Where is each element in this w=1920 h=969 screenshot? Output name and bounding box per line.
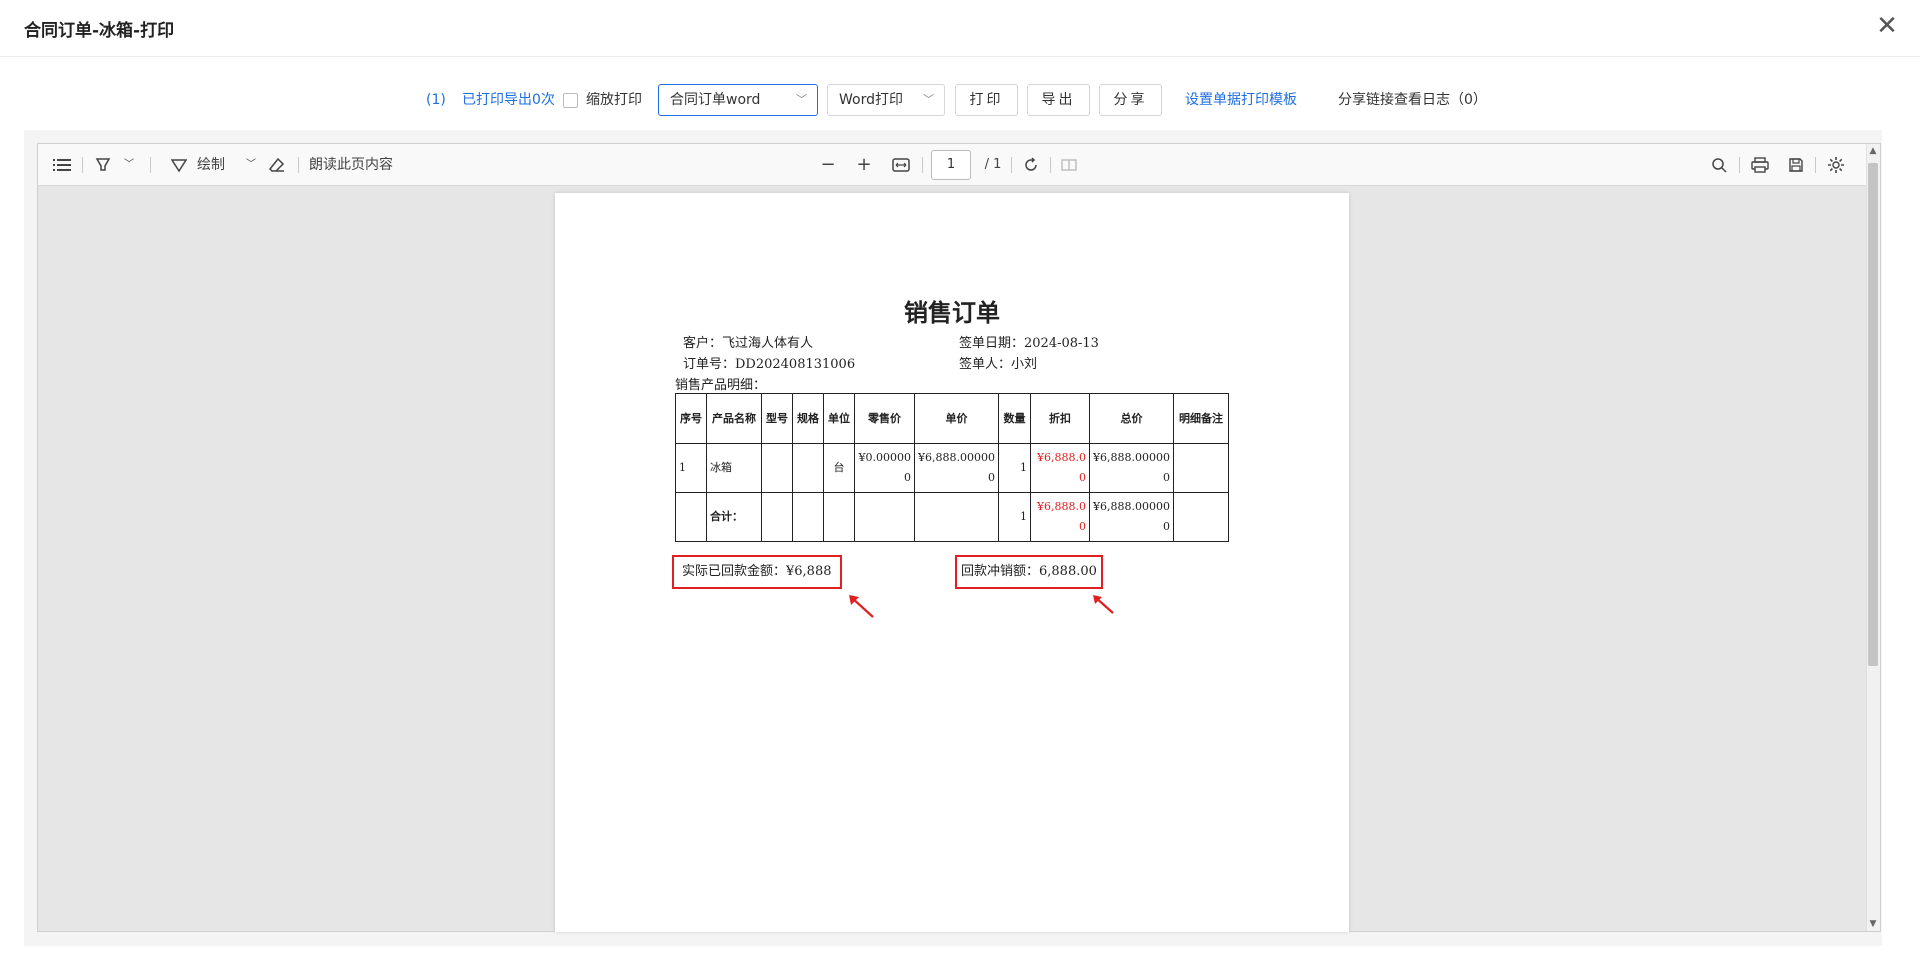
arrow-icon [1093, 595, 1114, 614]
divider [150, 157, 151, 173]
print-mode-select-value: Word打印 [839, 92, 903, 108]
scale-print-checkbox[interactable] [563, 93, 578, 108]
cell-unit-price [914, 492, 999, 542]
cell-model [761, 492, 793, 542]
cell-quantity: 1 [998, 492, 1031, 542]
viewer-toolbar: ﹀ 绘制 ﹀ 朗读此页内容 − + 1 / 1 [38, 144, 1880, 186]
share-log-link[interactable]: 分享链接查看日志（0） [1338, 82, 1487, 118]
divider [1011, 157, 1012, 173]
template-select[interactable]: 合同订单word ﹀ [658, 84, 818, 116]
column-header: 规格 [792, 393, 824, 444]
column-header: 序号 [675, 393, 707, 444]
cell-quantity: 1 [998, 443, 1031, 493]
customer: 客户：飞过海人体有人 [683, 336, 814, 351]
template-select-value: 合同订单word [670, 92, 761, 108]
cell-note [1173, 443, 1229, 493]
divider [922, 157, 923, 173]
signer: 签单人：小刘 [959, 357, 1038, 372]
scrollbar-thumb[interactable] [1868, 163, 1878, 666]
order-number: 订单号：DD202408131006 [683, 357, 856, 372]
cell-unit-price: ¥6,888.000000 [914, 443, 999, 493]
cell-unit: 台 [823, 443, 855, 493]
scroll-up-icon[interactable]: ▲ [1868, 146, 1878, 156]
cell-discount: ¥6,888.00 [1030, 443, 1090, 493]
chevron-down-icon: ﹀ [923, 93, 934, 106]
read-aloud-button[interactable]: 朗读此页内容 [306, 144, 396, 186]
column-header: 零售价 [854, 393, 915, 444]
column-header: 总价 [1089, 393, 1174, 444]
search-icon[interactable] [1708, 144, 1730, 186]
arrow-icon [849, 595, 874, 618]
page-number-input[interactable]: 1 [931, 150, 971, 180]
scroll-down-icon[interactable]: ▼ [1868, 919, 1878, 929]
dialog-title: 合同订单-冰箱-打印 [24, 21, 175, 41]
column-header: 单价 [914, 393, 999, 444]
column-header: 单位 [823, 393, 855, 444]
template-settings-link[interactable]: 设置单据打印模板 [1185, 82, 1297, 118]
column-header: 明细备注 [1173, 393, 1229, 444]
cell-note [1173, 492, 1229, 542]
export-button[interactable]: 导出 [1027, 84, 1090, 116]
divider [1815, 157, 1816, 173]
chevron-down-icon[interactable]: ﹀ [244, 144, 258, 186]
print-icon[interactable] [1749, 144, 1771, 186]
scale-print-label: 缩放打印 [586, 92, 642, 108]
cell-total-label: 合计： [706, 492, 762, 542]
cell-index: 1 [675, 443, 707, 493]
cell-unit [823, 492, 855, 542]
save-icon[interactable] [1785, 144, 1807, 186]
cell-spec [792, 492, 824, 542]
zoom-out-icon[interactable]: − [818, 144, 838, 186]
divider [1050, 157, 1051, 173]
viewer-scrollbar[interactable]: ▲ ▼ [1866, 144, 1880, 931]
cell-product: 冰箱 [706, 443, 762, 493]
cell-discount: ¥6,888.00 [1030, 492, 1090, 542]
document-title: 销售订单 [904, 299, 1000, 327]
detail-label: 销售产品明细： [675, 378, 767, 393]
dialog-header: 合同订单-冰箱-打印 ✕ [0, 0, 1920, 57]
eraser-icon[interactable] [266, 144, 288, 186]
table-row: 1 冰箱 台 ¥0.000000 ¥6,888.000000 1 ¥6,888.… [675, 443, 1229, 493]
cell-total: ¥6,888.000000 [1089, 443, 1174, 493]
cell-retail-price [854, 492, 915, 542]
document-page: 销售订单 客户：飞过海人体有人 签单日期：2024-08-13 订单号：DD20… [555, 193, 1349, 932]
chevron-down-icon: ﹀ [796, 93, 807, 106]
highlight-icon[interactable] [92, 144, 114, 186]
cell-total: ¥6,888.000000 [1089, 492, 1174, 542]
print-toolbar: (1) 已打印导出0次 缩放打印 合同订单word ﹀ Word打印 ﹀ 打印 … [0, 82, 1920, 118]
cell-spec [792, 443, 824, 493]
rotate-icon[interactable] [1020, 144, 1042, 186]
product-table: 序号 产品名称 型号 规格 单位 零售价 单价 数量 折扣 总价 明细备注 1 … [675, 393, 1229, 542]
print-mode-select[interactable]: Word打印 ﹀ [827, 84, 945, 116]
share-button[interactable]: 分享 [1099, 84, 1162, 116]
draw-icon[interactable] [168, 144, 190, 186]
total-pages: / 1 [984, 157, 1002, 172]
draw-label[interactable]: 绘制 [196, 144, 226, 186]
column-header: 数量 [998, 393, 1031, 444]
offset-amount: 回款冲销额：6,888.00 [955, 555, 1103, 589]
chevron-down-icon[interactable]: ﹀ [122, 144, 136, 186]
print-button[interactable]: 打印 [955, 84, 1018, 116]
zoom-in-icon[interactable]: + [854, 144, 874, 186]
sign-date: 签单日期：2024-08-13 [959, 336, 1099, 351]
close-icon[interactable]: ✕ [1872, 12, 1902, 42]
table-total-row: 合计： 1 ¥6,888.00 ¥6,888.000000 [675, 492, 1229, 542]
column-header: 折扣 [1030, 393, 1090, 444]
actual-received-amount: 实际已回款金额：¥6,888 [672, 555, 842, 589]
printed-status: 已打印导出0次 [462, 92, 555, 108]
page-view-icon[interactable] [1058, 144, 1080, 186]
cell-index [675, 492, 707, 542]
cell-model [761, 443, 793, 493]
divider [1739, 157, 1740, 173]
settings-icon[interactable] [1825, 144, 1847, 186]
divider [298, 157, 299, 173]
column-header: 产品名称 [706, 393, 762, 444]
column-header: 型号 [761, 393, 793, 444]
cell-retail-price: ¥0.000000 [854, 443, 915, 493]
table-header-row: 序号 产品名称 型号 规格 单位 零售价 单价 数量 折扣 总价 明细备注 [675, 393, 1229, 444]
list-icon[interactable] [50, 144, 74, 186]
divider [82, 157, 83, 173]
print-count: (1) [426, 92, 446, 108]
fit-width-icon[interactable] [890, 144, 912, 186]
